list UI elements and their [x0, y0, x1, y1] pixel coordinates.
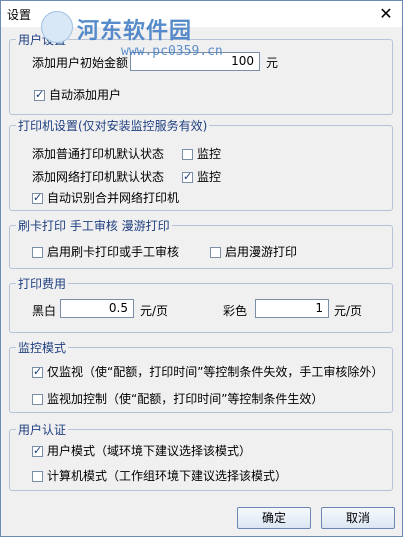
monitor-control-label: 监视加控制（使“配额，打印时间”等控制条件生效） [47, 392, 324, 406]
checkbox-icon[interactable] [32, 365, 43, 378]
user-auth-group: 用户认证 用户模式（域环境下建议选择该模式） 计算机模式（工作组环境下建议选择该… [9, 421, 393, 491]
close-icon[interactable]: ✕ [376, 4, 396, 24]
printer-settings-legend: 打印机设置(仅对安装监控服务有效) [16, 117, 210, 134]
card-print-checkbox[interactable]: 启用刷卡打印或手工审核 [32, 243, 179, 260]
color-price-input[interactable]: 1 [255, 299, 329, 318]
monitor-control-radio[interactable]: 监视加控制（使“配额，打印时间”等控制条件生效） [32, 390, 323, 407]
roaming-print-checkbox[interactable]: 启用漫游打印 [210, 243, 297, 260]
local-printer-monitor-checkbox[interactable]: 监控 [182, 145, 221, 162]
local-printer-monitor-label: 监控 [197, 147, 222, 161]
initial-amount-label: 添加用户初始金额 [32, 56, 129, 70]
initial-amount-unit: 元 [266, 56, 279, 70]
computer-mode-radio[interactable]: 计算机模式（工作组环境下建议选择该模式） [32, 467, 287, 484]
monitor-only-radio[interactable]: 仅监视（使“配额，打印时间”等控制条件失效，手工审核除外） [32, 363, 383, 380]
monitor-mode-legend: 监控模式 [16, 339, 69, 356]
checkbox-icon[interactable] [32, 394, 43, 405]
user-mode-label: 用户模式（域环境下建议选择该模式） [47, 444, 252, 458]
auto-add-user-label: 自动添加用户 [49, 88, 122, 102]
initial-amount-input[interactable]: 100 [130, 52, 260, 71]
checkbox-icon[interactable] [34, 88, 45, 101]
card-print-group: 刷卡打印 手工审核 漫游打印 启用刷卡打印或手工审核 启用漫游打印 [9, 217, 393, 269]
color-price-unit: 元/页 [334, 304, 363, 318]
roaming-print-label: 启用漫游打印 [225, 245, 298, 259]
network-printer-default-label: 添加网络打印机默认状态 [32, 170, 165, 184]
checkbox-icon[interactable] [182, 149, 193, 160]
checkbox-icon[interactable] [32, 444, 43, 457]
ok-button[interactable]: 确定 [237, 507, 311, 529]
monitor-only-label: 仅监视（使“配额，打印时间”等控制条件失效，手工审核除外） [47, 365, 384, 379]
print-fee-legend: 打印费用 [16, 275, 69, 292]
network-printer-monitor-checkbox[interactable]: 监控 [182, 168, 221, 185]
user-settings-group: 用户设置 添加用户初始金额 100 元 自动添加用户 [9, 31, 393, 115]
card-print-legend: 刷卡打印 手工审核 漫游打印 [16, 217, 172, 234]
checkbox-icon[interactable] [32, 247, 43, 258]
title-bar: 设置 ✕ [1, 1, 402, 27]
local-printer-default-label: 添加普通打印机默认状态 [32, 147, 165, 161]
printer-settings-group: 打印机设置(仅对安装监控服务有效) 添加普通打印机默认状态 监控 添加网络打印机… [9, 117, 393, 211]
monitor-mode-group: 监控模式 仅监视（使“配额，打印时间”等控制条件失效，手工审核除外） 监视加控制… [9, 339, 393, 413]
computer-mode-label: 计算机模式（工作组环境下建议选择该模式） [47, 469, 288, 483]
print-fee-group: 打印费用 黑白 0.5 元/页 彩色 1 元/页 [9, 275, 393, 333]
checkbox-icon[interactable] [32, 471, 43, 482]
auto-merge-printer-checkbox[interactable]: 自动识别合并网络打印机 [32, 189, 179, 206]
cancel-button[interactable]: 取消 [321, 507, 395, 529]
settings-dialog: 设置 ✕ 用户设置 添加用户初始金额 100 元 自动添加用户 打印机设置(仅对… [0, 0, 403, 537]
network-printer-monitor-label: 监控 [197, 170, 222, 184]
auto-add-user-checkbox[interactable]: 自动添加用户 [34, 86, 121, 103]
checkbox-icon[interactable] [32, 191, 43, 204]
checkbox-icon[interactable] [210, 247, 221, 258]
bw-price-label: 黑白 [32, 304, 57, 318]
user-settings-legend: 用户设置 [16, 31, 69, 48]
window-title: 设置 [7, 8, 32, 22]
card-print-label: 启用刷卡打印或手工审核 [47, 245, 180, 259]
color-price-label: 彩色 [223, 304, 248, 318]
bw-price-input[interactable]: 0.5 [60, 299, 134, 318]
auto-merge-printer-label: 自动识别合并网络打印机 [47, 191, 180, 205]
bw-price-unit: 元/页 [140, 304, 169, 318]
user-mode-radio[interactable]: 用户模式（域环境下建议选择该模式） [32, 442, 251, 459]
checkbox-icon[interactable] [182, 170, 193, 183]
user-auth-legend: 用户认证 [16, 421, 69, 438]
